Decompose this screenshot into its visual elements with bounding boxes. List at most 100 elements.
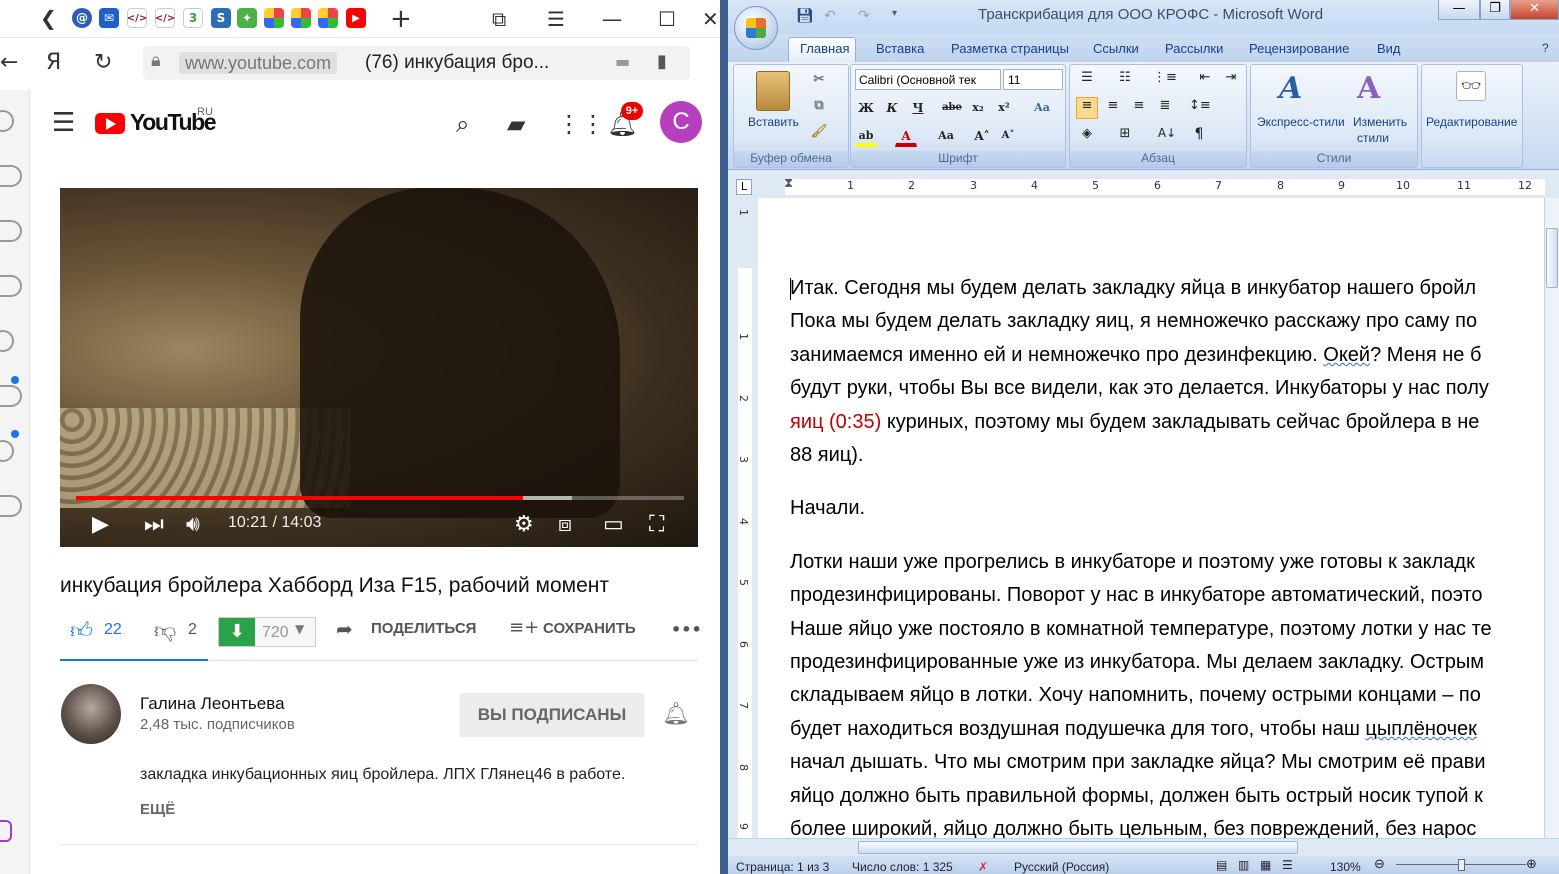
format-painter-icon[interactable]: 🖌︎ [808,121,830,143]
yt-menu-icon[interactable]: ☰ [52,108,75,138]
line-spacing-icon[interactable]: ↕≡ [1188,97,1211,119]
volume-icon[interactable]: 🔊︎ [186,512,200,537]
status-language[interactable]: Русский (Россия) [1014,860,1109,874]
tab-icon-youtube-active[interactable]: ▶ [346,8,366,28]
binoculars-icon[interactable]: 👓︎ [1456,71,1486,101]
ribbon-help-icon[interactable]: ? [1542,41,1549,55]
strikethrough-icon[interactable]: abe [941,97,963,119]
channel-avatar[interactable] [61,684,121,744]
show-marks-icon[interactable]: ¶ [1188,125,1210,147]
show-more-link[interactable]: ЕЩЁ [140,801,175,818]
youtube-play-logo-icon[interactable] [95,113,125,134]
cut-icon[interactable]: ✂ [808,69,830,91]
dislike-thumb-icon[interactable]: 👎︎ [154,617,176,644]
tab-icon-grid-3[interactable] [318,8,338,28]
change-styles-line2[interactable]: стили [1357,131,1389,145]
change-styles-line1[interactable]: Изменить [1353,115,1407,129]
reload-icon[interactable]: ↻ [94,50,112,75]
multilevel-list-icon[interactable]: ⋮≡ [1152,69,1177,91]
horizontal-scrollbar[interactable] [728,838,1559,855]
sidebar-apps-icon[interactable] [0,165,22,187]
print-layout-icon[interactable]: ▤ [1216,858,1227,872]
tab-icon-leaf[interactable]: ✦ [237,8,257,28]
browser-menu-icon[interactable]: ☰ [547,7,565,31]
video-progress-bar[interactable] [76,496,684,500]
quick-save-icon[interactable]: 💾︎ [796,8,814,24]
tab-icon-mail-at[interactable]: @ [72,8,92,28]
sidebar-bell-icon[interactable] [0,220,22,242]
fullscreen-icon[interactable]: ⛶ [649,512,664,537]
tabs-scroll-left-icon[interactable]: ❮ [40,6,57,30]
express-styles-button[interactable]: Экспресс-стили [1257,115,1345,129]
search-icon[interactable]: ⌕ [456,110,469,138]
tab-references[interactable]: Ссылки [1093,41,1139,56]
zoom-out-icon[interactable]: ⊖ [1374,857,1385,872]
sidebar-media-icon[interactable] [0,440,14,462]
justify-icon[interactable]: ≣ [1154,97,1176,119]
fullscreen-reading-icon[interactable]: ▥ [1238,858,1249,872]
minimize-icon[interactable]: — [602,7,622,31]
word-close-icon[interactable]: ✕ [1510,0,1559,20]
font-size-box[interactable]: 11 [1003,69,1063,90]
tab-icon-grid-2[interactable] [291,8,311,28]
back-arrow-icon[interactable]: ← [0,50,18,75]
proofing-icon[interactable]: ✗ [978,860,988,874]
font-color-icon[interactable]: A [895,125,917,147]
copy-icon[interactable]: ⧉ [808,95,830,117]
account-avatar[interactable]: C [660,101,702,143]
theater-mode-icon[interactable]: ▭ [603,512,624,537]
tab-review[interactable]: Рецензирование [1249,41,1349,56]
increase-indent-icon[interactable]: ⇥ [1220,69,1242,91]
vscroll-thumb[interactable] [1546,228,1558,288]
yandex-logo[interactable]: Я [46,50,61,75]
tab-home[interactable]: Главная [800,41,849,56]
next-video-icon[interactable]: ⏭ [144,512,164,537]
play-icon[interactable]: ▶ [92,512,109,537]
borders-icon[interactable]: ⊞ [1114,125,1136,147]
tab-icon-three[interactable]: 3 [183,8,203,28]
zoom-in-icon[interactable]: ⊕ [1526,857,1537,872]
outline-icon[interactable]: ☰ [1282,858,1293,872]
vertical-scrollbar[interactable] [1544,198,1559,838]
align-left-icon[interactable]: ≡ [1076,97,1098,119]
subscript-icon[interactable]: x₂ [967,97,989,119]
word-minimize-icon[interactable]: — [1438,0,1480,20]
channel-name[interactable]: Галина Леонтьева [140,694,285,714]
apps-grid-icon[interactable]: ⋮⋮ [557,110,605,138]
sidebar-alice-icon[interactable] [0,820,12,842]
save-playlist-icon[interactable]: ≡+ [509,617,539,638]
subscribed-button[interactable]: ВЫ ПОДПИСАНЫ [460,693,644,737]
more-actions-icon[interactable]: ••• [671,620,702,639]
video-player[interactable]: ▶ ⏭ 🔊︎ 10:21 / 14:03 ⚙ ⧈ ▭ ⛶ [60,188,698,547]
document-page[interactable]: Итак. Сегодня мы будем делать закладку я… [758,198,1544,838]
bookmark-icon[interactable]: ▮ [657,51,667,72]
indent-marker-icon[interactable]: ⧗ [784,176,793,191]
sidebar-history-icon[interactable] [0,330,14,352]
like-thumb-icon[interactable]: 👍︎ [70,617,93,644]
superscript-icon[interactable]: x² [993,97,1015,119]
status-page[interactable]: Страница: 1 из 3 [736,860,829,874]
tab-icon-code-2[interactable]: </> [155,8,175,28]
bullets-icon[interactable]: ☰ [1076,69,1098,91]
tab-mailings[interactable]: Рассылки [1165,41,1223,56]
tab-selector-icon[interactable]: L [736,179,752,195]
office-button[interactable] [734,6,778,50]
sidebar-star-icon[interactable] [0,275,22,297]
share-arrow-icon[interactable]: ➦ [336,617,353,641]
undo-icon[interactable]: ↶ [824,8,836,24]
subscription-bell-icon[interactable]: 🔔︎ [662,702,690,727]
tab-icon-grid-1[interactable] [264,8,284,28]
case-aa-icon[interactable]: Aa [935,125,957,147]
zoom-level[interactable]: 130% [1330,860,1361,874]
tab-icon-code[interactable]: </> [127,8,147,28]
download-button[interactable]: ⬇ 720 ▼ [218,617,316,647]
editing-button[interactable]: Редактирование [1426,115,1517,129]
close-window-icon[interactable]: ✕ [702,7,719,31]
express-styles-icon[interactable]: A [1279,71,1302,106]
bold-icon[interactable]: Ж [855,97,877,119]
hscroll-thumb[interactable] [858,841,1298,854]
paste-button[interactable]: Вставить [748,115,799,129]
miniplayer-icon[interactable]: ⧈ [558,512,572,537]
url-field[interactable]: 🔒︎ www.youtube.com (76) инкубация бро...… [143,46,690,80]
tab-view[interactable]: Вид [1377,41,1401,56]
